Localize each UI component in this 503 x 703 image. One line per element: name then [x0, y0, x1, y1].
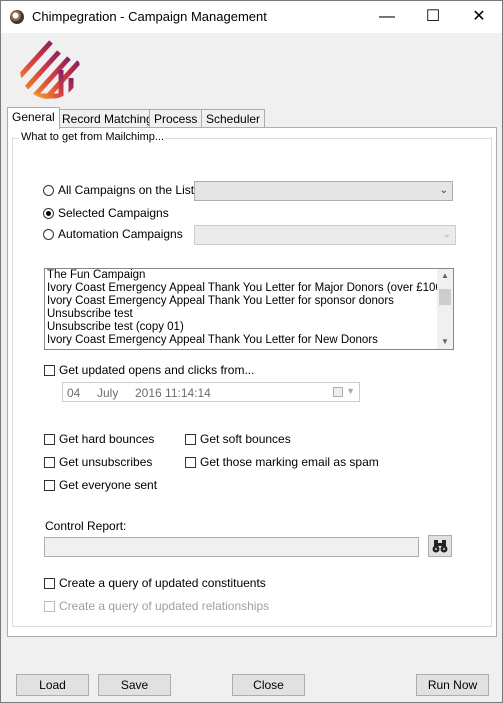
group-legend: What to get from Mailchimp... — [19, 131, 167, 143]
soft-bounces-option[interactable]: Get soft bounces — [185, 431, 291, 447]
hard-bounces-label: Get hard bounces — [59, 432, 155, 446]
run-now-button[interactable]: Run Now — [416, 674, 489, 696]
list-scrollbar[interactable]: ▲ ▼ — [437, 269, 453, 349]
unsubscribes-option[interactable]: Get unsubscribes — [44, 454, 152, 470]
spam-checkbox[interactable] — [185, 457, 196, 468]
campaign-management-window: Chimpegration - Campaign Management — ☐ … — [0, 0, 503, 703]
everyone-sent-checkbox[interactable] — [44, 480, 55, 491]
list-item[interactable]: Unsubscribe test (copy 01) — [45, 321, 453, 334]
tab-process[interactable]: Process — [149, 109, 203, 128]
scroll-up-arrow-icon[interactable]: ▲ — [437, 269, 453, 283]
control-report-field[interactable] — [44, 537, 419, 557]
calendar-icon[interactable] — [333, 387, 343, 397]
selected-campaigns-radio[interactable] — [43, 208, 54, 219]
soft-bounces-checkbox[interactable] — [185, 434, 196, 445]
tab-general[interactable]: General — [7, 107, 60, 129]
app-icon — [10, 10, 24, 24]
constituents-query-checkbox[interactable] — [44, 578, 55, 589]
soft-bounces-label: Get soft bounces — [200, 432, 291, 446]
constituents-query-label: Create a query of updated constituents — [59, 576, 266, 590]
date-year-time: 2016 11:14:14 — [135, 386, 211, 400]
hard-bounces-checkbox[interactable] — [44, 434, 55, 445]
everyone-sent-label: Get everyone sent — [59, 478, 158, 492]
list-item[interactable]: Ivory Coast Emergency Appeal Thank You L… — [45, 282, 453, 295]
load-button[interactable]: Load — [16, 674, 89, 696]
list-item[interactable]: Ivory Coast Emergency Appeal Thank You L… — [45, 295, 453, 308]
hard-bounces-option[interactable]: Get hard bounces — [44, 431, 154, 447]
relationships-query-label: Create a query of updated relationships — [59, 599, 270, 613]
browse-control-report-button[interactable] — [428, 535, 452, 557]
all-campaigns-combo[interactable]: ⌄ — [194, 181, 453, 201]
relationships-query-checkbox[interactable] — [44, 601, 55, 612]
mailchimp-options-group: What to get from Mailchimp... All Campai… — [12, 131, 492, 627]
constituents-query-option[interactable]: Create a query of updated constituents — [44, 575, 266, 591]
opens-clicks-datepicker[interactable]: 04 July 2016 11:14:14 ▼ — [62, 382, 360, 402]
chevron-down-icon: ⌄ — [442, 229, 451, 240]
all-campaigns-option[interactable]: All Campaigns on the List — [43, 182, 194, 198]
chevron-down-icon: ▼ — [346, 386, 355, 396]
scroll-down-arrow-icon[interactable]: ▼ — [437, 335, 453, 349]
automation-campaigns-radio[interactable] — [43, 229, 54, 240]
opens-clicks-label: Get updated opens and clicks from... — [59, 363, 255, 377]
all-campaigns-radio[interactable] — [43, 185, 54, 196]
all-campaigns-label: All Campaigns on the List — [58, 183, 195, 197]
date-month: July — [97, 386, 119, 400]
unsubscribes-label: Get unsubscribes — [59, 455, 153, 469]
window-title: Chimpegration - Campaign Management — [32, 9, 267, 24]
minimize-button[interactable]: — — [364, 1, 410, 33]
close-button[interactable]: Close — [232, 674, 305, 696]
scroll-thumb[interactable] — [439, 289, 451, 305]
selected-campaigns-option[interactable]: Selected Campaigns — [43, 205, 169, 221]
unsubscribes-checkbox[interactable] — [44, 457, 55, 468]
automation-campaigns-combo[interactable]: ⌄ — [194, 225, 456, 245]
list-item[interactable]: The Fun Campaign — [45, 269, 453, 282]
chevron-down-icon: ⌄ — [439, 185, 448, 196]
spam-label: Get those marking email as spam — [200, 455, 379, 469]
list-item[interactable]: Ivory Coast Emergency Appeal Thank You L… — [45, 334, 453, 347]
list-item[interactable]: Unsubscribe test — [45, 308, 453, 321]
maximize-button[interactable]: ☐ — [410, 1, 456, 33]
title-bar: Chimpegration - Campaign Management — ☐ … — [1, 1, 502, 33]
relationships-query-option: Create a query of updated relationships — [44, 598, 269, 614]
selected-campaigns-label: Selected Campaigns — [58, 206, 169, 220]
date-day: 04 — [67, 386, 81, 400]
close-window-button[interactable]: ✕ — [456, 1, 502, 33]
spam-option[interactable]: Get those marking email as spam — [185, 454, 379, 470]
opens-clicks-option[interactable]: Get updated opens and clicks from... — [44, 362, 254, 378]
chimpegration-logo — [20, 40, 80, 99]
opens-clicks-checkbox[interactable] — [44, 365, 55, 376]
tab-scheduler[interactable]: Scheduler — [201, 109, 266, 128]
general-tab-panel: What to get from Mailchimp... All Campai… — [7, 127, 497, 637]
save-button[interactable]: Save — [98, 674, 171, 696]
automation-campaigns-option[interactable]: Automation Campaigns — [43, 226, 183, 242]
campaign-listbox[interactable]: The Fun Campaign Ivory Coast Emergency A… — [44, 268, 454, 350]
tab-record-matching[interactable]: Record Matching — [57, 109, 158, 128]
binoculars-icon — [432, 540, 448, 553]
control-report-label: Control Report: — [45, 519, 127, 533]
automation-campaigns-label: Automation Campaigns — [58, 227, 183, 241]
everyone-sent-option[interactable]: Get everyone sent — [44, 477, 157, 493]
